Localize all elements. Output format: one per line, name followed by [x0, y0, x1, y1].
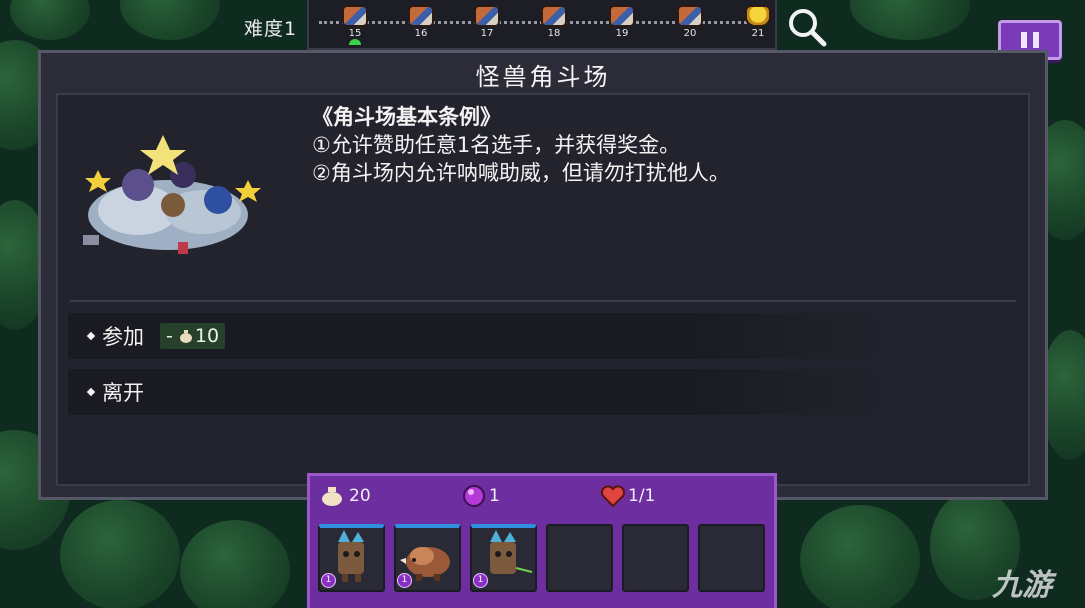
stage-node-16[interactable]: 16	[404, 5, 438, 45]
monster-group-icon	[474, 5, 500, 27]
cost-sign: -	[166, 325, 173, 347]
arena-illustration	[78, 130, 268, 260]
empty-slot[interactable]	[622, 524, 689, 592]
stage-number: 16	[414, 28, 428, 39]
pause-icon-bar	[1021, 32, 1027, 48]
option-label: 离开	[102, 381, 144, 405]
gem-stat: 1	[462, 484, 500, 508]
inventory-panel: 20 1 1/1 1 1 1	[307, 473, 777, 608]
stage-number: 21	[751, 28, 765, 39]
divider	[70, 300, 1016, 302]
empty-slot[interactable]	[546, 524, 613, 592]
money-bag-icon	[322, 487, 342, 506]
stage-node-20[interactable]: 20	[673, 5, 707, 45]
dialog-body: 《角斗场基本条例》 ①允许赞助任意1名选手，并获得奖金。 ②角斗场内允许呐喊助威…	[56, 93, 1030, 486]
creature-slot[interactable]: 1	[470, 524, 537, 592]
monster-group-icon	[342, 5, 368, 27]
stage-track: 15 16 17 18 19 20 21	[307, 0, 777, 50]
stage-number: 18	[547, 28, 561, 39]
bullet-icon	[86, 387, 96, 397]
rule-line: ①允许赞助任意1名选手，并获得奖金。	[312, 133, 681, 157]
level-badge: 1	[397, 573, 412, 588]
rules-title: 《角斗场基本条例》	[312, 105, 501, 129]
stage-node-21[interactable]: 21	[741, 5, 775, 45]
stage-number: 17	[480, 28, 494, 39]
resource-bar: 20 1 1/1	[310, 476, 774, 516]
magnifier-icon	[789, 9, 827, 47]
arena-rules: 《角斗场基本条例》 ①允许赞助任意1名选手，并获得奖金。 ②角斗场内允许呐喊助威…	[312, 103, 730, 187]
purple-orb-icon	[463, 485, 485, 507]
entry-cost: - 10	[160, 323, 226, 349]
gold-count: 20	[349, 486, 371, 506]
rule-line: ②角斗场内允许呐喊助威，但请勿打扰他人。	[312, 161, 730, 185]
search-button[interactable]	[786, 6, 828, 48]
stage-number: 20	[683, 28, 697, 39]
trophy-icon	[745, 5, 771, 27]
pause-icon-bar	[1033, 32, 1039, 48]
heart-stat: 1/1	[600, 484, 655, 508]
stage-number: 19	[615, 28, 629, 39]
stage-node-18[interactable]: 18	[537, 5, 571, 45]
dialog-title: 怪兽角斗场	[475, 63, 611, 91]
money-bag-icon	[179, 330, 192, 343]
level-badge: 1	[473, 573, 488, 588]
monster-group-icon	[677, 5, 703, 27]
option-label: 参加	[102, 325, 144, 349]
cost-value: 10	[194, 325, 220, 347]
level-badge: 1	[321, 573, 336, 588]
creature-slot[interactable]: 1	[394, 524, 461, 592]
stage-node-19[interactable]: 19	[605, 5, 639, 45]
site-watermark: 九游	[992, 568, 1052, 603]
heart-count: 1/1	[628, 486, 656, 506]
stage-number: 15	[348, 28, 362, 39]
leave-option[interactable]: 离开	[68, 369, 888, 415]
current-stage-marker	[349, 39, 361, 45]
gem-count: 1	[489, 486, 500, 506]
creature-slots: 1 1 1	[318, 524, 765, 592]
heart-icon	[600, 485, 626, 508]
monster-group-icon	[541, 5, 567, 27]
difficulty-label: 难度1	[244, 18, 298, 40]
arena-dialog: 怪兽角斗场 《角斗场基本条例》 ①允许赞助任意1名选手，并获得奖金。 ②角斗场内	[38, 50, 1048, 500]
bullet-icon	[86, 331, 96, 341]
stage-node-15[interactable]: 15	[338, 5, 372, 45]
creature-slot[interactable]: 1	[318, 524, 385, 592]
empty-slot[interactable]	[698, 524, 765, 592]
monster-group-icon	[609, 5, 635, 27]
join-option[interactable]: 参加 - 10	[68, 313, 888, 359]
gold-stat: 20	[320, 485, 371, 507]
stage-node-17[interactable]: 17	[470, 5, 504, 45]
monster-group-icon	[408, 5, 434, 27]
